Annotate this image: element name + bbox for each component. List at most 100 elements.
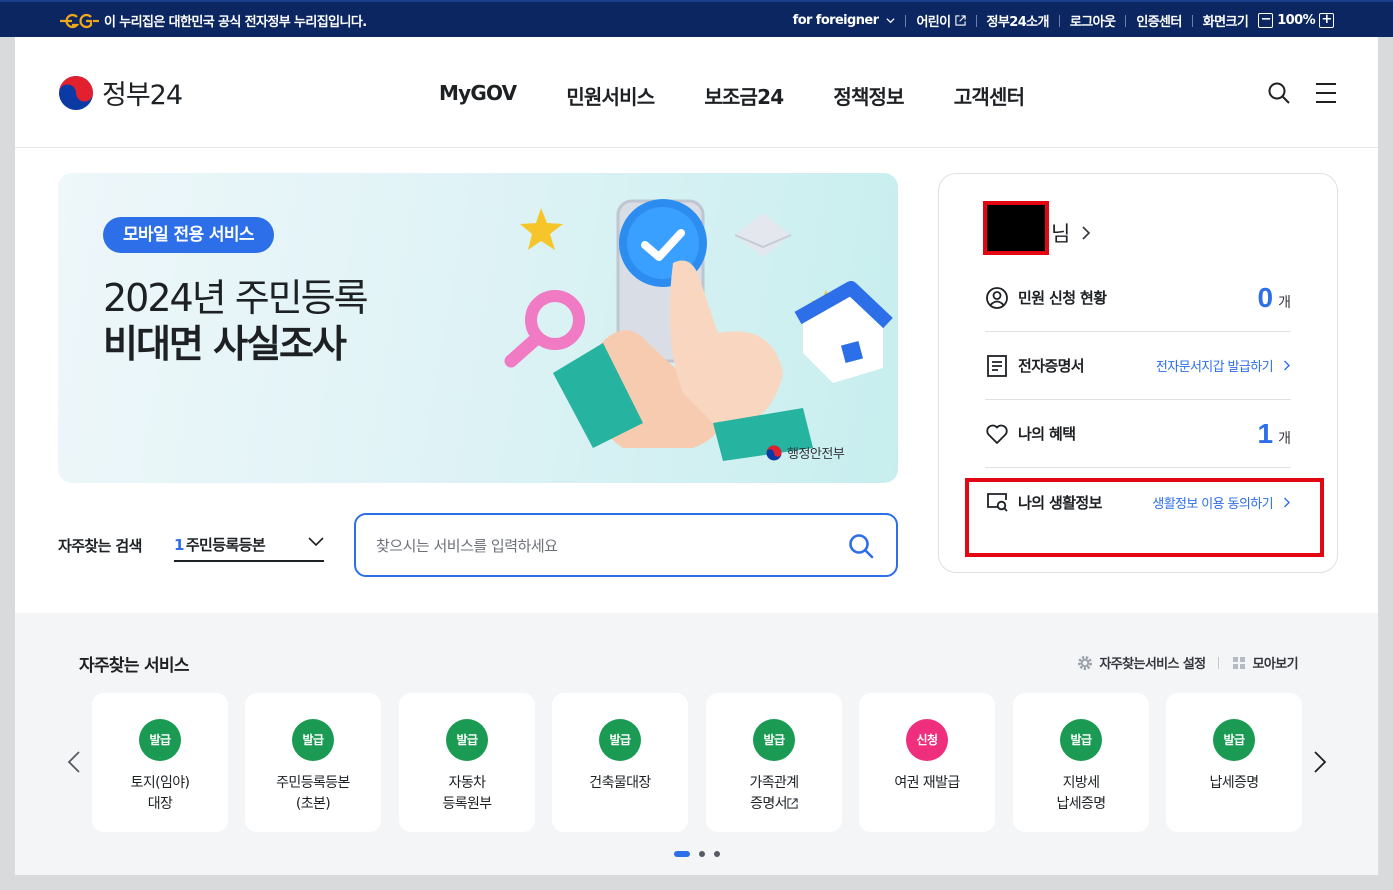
label-line1: 납세증명 (1209, 775, 1259, 791)
service-card-label: 가족관계 증명서 (706, 773, 842, 815)
label-line2: 납세증명 (1056, 796, 1106, 812)
chevron-right-icon (1284, 360, 1290, 371)
row-application-status[interactable]: 민원 신청 현황 0개 (985, 264, 1291, 332)
divider (905, 14, 907, 27)
zoom-out-button[interactable]: − (1258, 13, 1274, 28)
chevron-down-icon (886, 18, 895, 24)
external-link-icon (787, 798, 798, 809)
main-panel: 정부24 MyGOV 민원서비스 보조금24 정책정보 고객센터 모바일 전용 … (15, 37, 1378, 875)
row-e-certificate: 전자증명서 전자문서지갑 발급하기 (985, 332, 1291, 400)
carousel-dot[interactable] (699, 851, 705, 857)
hamburger-menu-icon[interactable] (1314, 82, 1338, 104)
chevron-down-icon (308, 537, 324, 547)
official-notice: 이 누리집은 대한민국 공식 전자정부 누리집입니다. (58, 11, 367, 30)
row-my-benefits[interactable]: 나의 혜택 1개 (985, 400, 1291, 468)
taegeuk-small-icon (766, 445, 782, 460)
frequent-settings-button[interactable]: 자주찾는서비스 설정 (1077, 653, 1206, 672)
nav-subsidy24[interactable]: 보조금24 (704, 81, 784, 110)
ministry-credit: 행정안전부 (766, 443, 845, 462)
label-line1: 여권 재발급 (894, 775, 960, 791)
carousel-next-icon[interactable] (1313, 750, 1327, 774)
for-foreigner-label: for foreigner (792, 13, 879, 28)
application-count: 0 (1257, 281, 1274, 313)
gov24-intro-link[interactable]: 정부24소개 (987, 11, 1050, 30)
main-nav: MyGOV 민원서비스 보조금24 정책정보 고객센터 (439, 81, 1074, 110)
service-card-building-ledger[interactable]: 발급 건축물대장 (552, 693, 688, 832)
for-foreigner-link[interactable]: for foreigner (793, 13, 896, 28)
chevron-right-icon (1082, 226, 1091, 240)
application-status-label: 민원 신청 현황 (1018, 289, 1107, 307)
notice-text: 이 누리집은 대한민국 공식 전자정부 누리집입니다. (104, 15, 367, 30)
issue-badge: 발급 (446, 719, 488, 761)
search-icon[interactable] (1267, 81, 1291, 105)
grid-icon (1232, 656, 1245, 669)
service-card-label: 건축물대장 (552, 773, 688, 794)
service-card-family-certificate[interactable]: 발급 가족관계 증명서 (706, 693, 842, 832)
issue-badge: 발급 (753, 719, 795, 761)
service-card-label: 여권 재발급 (859, 773, 995, 794)
service-card-label: 지방세납세증명 (1013, 773, 1149, 815)
carousel-pagination (674, 851, 729, 857)
egov-mark-icon (60, 13, 99, 28)
honorific-suffix: 님 (1051, 222, 1071, 246)
service-card-label: 자동차 등록원부 (399, 773, 535, 815)
nav-customer-center[interactable]: 고객센터 (954, 81, 1025, 110)
e-wallet-issue-link[interactable]: 전자문서지갑 발급하기 (1156, 356, 1291, 375)
label-line2: (초본) (295, 796, 331, 812)
label-line1: 지방세 (1062, 775, 1100, 791)
service-card-passport-reissue[interactable]: 신청 여권 재발급 (859, 693, 995, 832)
service-card-resident-registration[interactable]: 발급 주민등록등본 (초본) (245, 693, 381, 832)
carousel-prev-icon[interactable] (67, 750, 81, 774)
banner-title-line2: 비대면 사실조사 (103, 322, 347, 366)
count-unit: 개 (1278, 294, 1291, 311)
cert-center-link[interactable]: 인증센터 (1136, 11, 1182, 30)
service-card-label: 주민등록등본 (초본) (245, 773, 381, 815)
count-unit: 개 (1278, 430, 1291, 447)
label-line1: 자동차 (448, 775, 486, 791)
ministry-name: 행정안전부 (787, 447, 845, 462)
nav-mygov[interactable]: MyGOV (439, 81, 517, 110)
zoom-in-button[interactable]: + (1319, 13, 1334, 28)
promo-banner[interactable]: 모바일 전용 서비스 2024년 주민등록 비대면 사실조사 행정안전부 (58, 173, 898, 483)
service-card-local-tax-certificate[interactable]: 발급 지방세납세증명 (1013, 693, 1149, 832)
taegeuk-logo-icon (59, 75, 93, 110)
utility-links: for foreigner 어린이 정부24소개 로그아웃 인증센터 화면크기 … (793, 11, 1338, 30)
nav-policy-info[interactable]: 정책정보 (833, 81, 904, 110)
gov24-logo[interactable]: 정부24 (58, 73, 183, 112)
frequent-search-select[interactable]: 1 주민등록등본 (174, 527, 324, 562)
issue-badge: 발급 (139, 719, 181, 761)
kids-link[interactable]: 어린이 (916, 11, 966, 30)
apply-badge: 신청 (906, 719, 948, 761)
my-benefits-label: 나의 혜택 (1018, 425, 1076, 443)
logout-link[interactable]: 로그아웃 (1070, 11, 1116, 30)
view-all-label: 모아보기 (1252, 657, 1299, 672)
external-link-icon (954, 15, 966, 26)
gov-notice-bar: 이 누리집은 대한민국 공식 전자정부 누리집입니다. for foreigne… (0, 0, 1393, 37)
service-search-input[interactable] (376, 533, 816, 559)
divider (1058, 14, 1060, 27)
document-list-icon (987, 354, 1007, 377)
kids-label: 어린이 (916, 15, 951, 30)
carousel-dot-active[interactable] (674, 851, 690, 857)
frequent-services-title: 자주찾는 서비스 (79, 656, 190, 676)
view-all-button[interactable]: 모아보기 (1231, 653, 1299, 672)
user-name-link[interactable]: 님 (983, 201, 1092, 255)
service-card-tax-payment-certificate[interactable]: 발급 납세증명 (1166, 693, 1302, 832)
service-card-land-ledger[interactable]: 발급 토지(임야) 대장 (92, 693, 228, 832)
search-button-icon[interactable] (848, 533, 874, 559)
nav-civil-service[interactable]: 민원서비스 (566, 81, 655, 110)
issue-badge: 발급 (1060, 719, 1102, 761)
issue-badge: 발급 (599, 719, 641, 761)
e-certificate-label: 전자증명서 (1018, 357, 1085, 375)
issue-badge: 발급 (292, 719, 334, 761)
frequent-settings-label: 자주찾는서비스 설정 (1099, 657, 1206, 672)
annotation-highlight-box (965, 478, 1324, 557)
divider (1191, 14, 1193, 27)
label-line1: 건축물대장 (589, 775, 651, 791)
service-card-label: 토지(임야) 대장 (92, 773, 228, 815)
carousel-dot[interactable] (714, 851, 720, 857)
divider (975, 14, 977, 27)
select-value: 주민등록등본 (185, 536, 266, 554)
label-line2: 대장 (147, 796, 173, 812)
service-card-vehicle-registry[interactable]: 발급 자동차 등록원부 (399, 693, 535, 832)
